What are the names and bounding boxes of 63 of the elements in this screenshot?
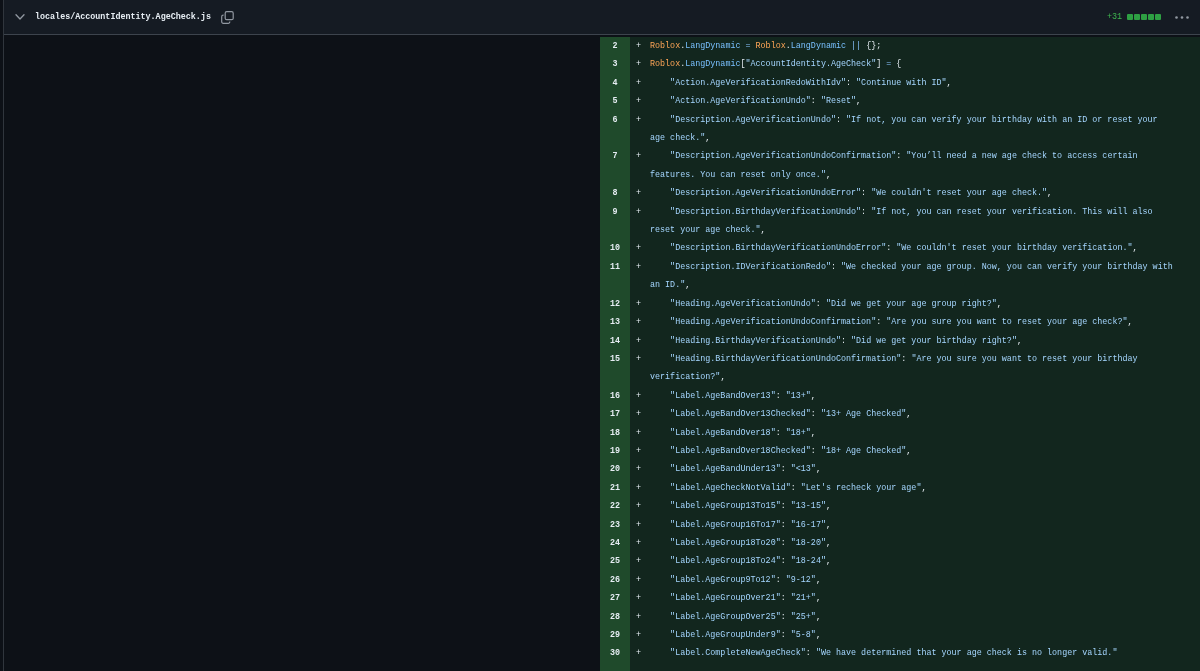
code-line: "Description.AgeVerificationUndo": "If not, you can verify your birthday with an ID or reset your age check.", (650, 113, 1159, 146)
code-line: "Label.AgeCheckNotValid": "Let's recheck your age", (669, 481, 928, 495)
code-line: "Label.AgeBandOver18": "18+", (669, 426, 817, 440)
copy-icon (221, 10, 235, 24)
copy-button[interactable] (220, 10, 235, 24)
diff-marker: + (636, 95, 643, 109)
code-line: "Heading.BirthdayVerificationUndo": "Did we get your birthday right?", (669, 334, 1023, 348)
code-line: "Action.AgeVerificationUndo": "Reset", (669, 95, 863, 109)
code-line: "Description.IDVerificationRedo": "We checked your age group. Now, you can verify your birthday with an ID.", (650, 260, 1174, 293)
diff-marker: + (636, 58, 643, 72)
diff-marker: + (636, 334, 643, 348)
diff-marker: + (636, 629, 643, 642)
code-line: "Description.AgeVerificationUndoError": "We couldn't reset your age check.", (669, 187, 1054, 201)
code-line: "Description.BirthdayVerificationUndoError": "We couldn't reset your birthday verification.", (669, 242, 1139, 256)
diff-marker: + (636, 536, 643, 550)
code-line: Roblox.LangDynamic["AccountIdentity.AgeCheck"] = { (650, 58, 903, 72)
code-line: "Description.AgeVerificationUndoConfirmation": "You’ll need a new age check to access certain features. You can reset only once.", (650, 150, 1139, 182)
additions-count: +31 (1106, 11, 1122, 23)
code-line: "Label.AgeGroup16To17": "16-17", (669, 518, 832, 532)
code-line: "Heading.BirthdayVerificationUndoConfirmation": "Are you sure you want to reset your birthday verification?", (650, 352, 1139, 385)
diff-marker: + (636, 555, 643, 569)
diff-marker: + (636, 150, 643, 164)
code-line: Roblox.LangDynamic = Roblox.LangDynamic || {}; (650, 40, 883, 53)
code-line: "Action.AgeVerificationRedoWithIdv": "Continue with ID", (669, 76, 953, 90)
code-line: "Label.AgeGroup18To20": "18-20", (669, 536, 832, 550)
diff-marker: + (636, 242, 643, 256)
diff-marker: + (636, 647, 643, 661)
diff-marker: + (636, 518, 643, 532)
diff-marker: + (636, 463, 643, 477)
code-line: "Heading.AgeVerificationUndo": "Did we get your age group right?", (669, 297, 1003, 311)
code-line: "Label.AgeBandOver13Checked": "13+ Age Checked", (669, 408, 913, 422)
ellipsis-icon (1175, 15, 1189, 19)
code-line: "Label.AgeGroupOver21": "21+", (669, 592, 822, 606)
diff-marker: + (636, 444, 643, 458)
diff-marker: + (636, 205, 643, 219)
diff-marker: + (636, 592, 643, 606)
code-line: "Label.AgeGroup9To12": "9-12", (669, 573, 822, 587)
diff-marker: + (636, 187, 643, 201)
code-line: "Label.AgeBandOver18Checked": "18+ Age Checked", (669, 444, 913, 458)
diff-marker: + (636, 426, 643, 440)
diff-marker: + (636, 76, 643, 90)
code-line: "Label.AgeBandUnder13": "<13", (669, 463, 822, 477)
diff-marker: + (636, 260, 643, 274)
diff-marker: + (636, 500, 643, 514)
diff-marker: + (636, 610, 643, 624)
code-line: "Label.AgeGroup18To24": "18-24", (669, 555, 832, 569)
code-line: "Label.AgeGroupOver25": "25+", (669, 610, 822, 624)
diff-marker: + (636, 573, 643, 587)
code-line: "Description.BirthdayVerificationUndo": "If not, you can reset your verification. This will also reset your age check.", (650, 205, 1154, 238)
diff-marker: + (636, 40, 643, 53)
diff-marker: + (636, 297, 643, 311)
diff-marker: + (636, 113, 643, 127)
code-line: "Label.AgeBandOver13": "13+", (669, 389, 817, 403)
diff-marker: + (636, 389, 643, 403)
diff-marker: + (636, 408, 643, 422)
code-line: "Label.CompleteNewAgeCheck": "We have determined that your age check is no longer valid." (669, 647, 1119, 661)
diff-marker: + (636, 352, 643, 366)
diff-marker: + (636, 316, 643, 330)
file-path[interactable]: locales/AccountIdentity.AgeCheck.js (35, 11, 211, 23)
code-line: "Label.AgeGroupUnder9": "5-8", (669, 629, 822, 642)
code-line: "Heading.AgeVerificationUndoConfirmation": "Are you sure you want to reset your age check?", (669, 316, 1134, 330)
code-line: "Label.AgeGroup13To15": "13-15", (669, 500, 832, 514)
diff-marker: + (636, 481, 643, 495)
